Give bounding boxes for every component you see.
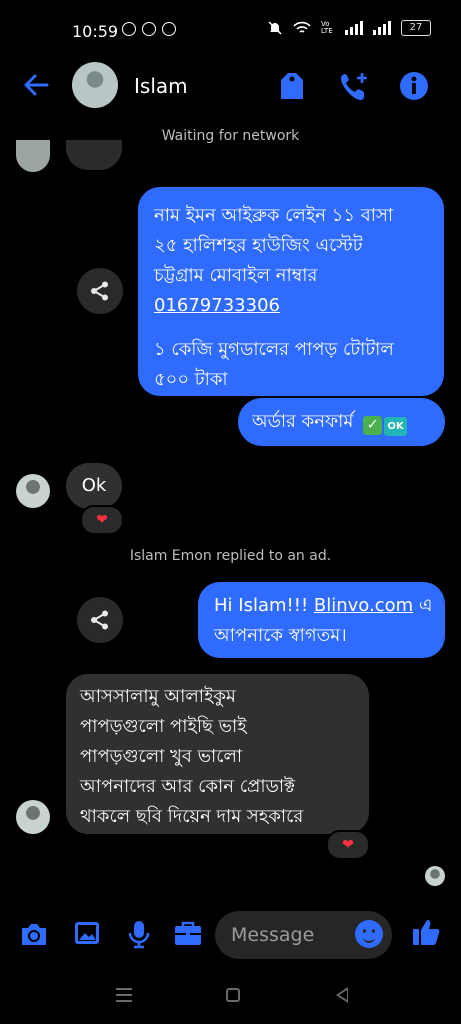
heart-reaction[interactable]: ❤: [80, 505, 124, 535]
gallery-icon: [75, 922, 99, 944]
ok-emoji: OK: [384, 417, 408, 436]
tag-button[interactable]: [278, 70, 310, 102]
contact-avatar-small: [16, 140, 50, 172]
share-button[interactable]: [77, 597, 123, 643]
message-text-line: পাপড়গুলো পাইছি ভাই: [80, 716, 247, 737]
phone-number-link[interactable]: 01679733306: [154, 291, 428, 321]
message-text: Hi Islam!!!: [214, 595, 314, 616]
seen-indicator-avatar: [425, 866, 445, 886]
briefcase-icon: [175, 921, 201, 945]
message-bubble-incoming[interactable]: [66, 140, 122, 170]
thumbs-up-icon: [413, 920, 440, 945]
battery-indicator: 27: [401, 20, 431, 36]
back-button[interactable]: [18, 70, 54, 102]
check-mark-emoji: ✓: [363, 416, 383, 435]
message-text-line: আপনাদের আর কোন প্রোডাক্ট: [80, 776, 295, 797]
message-bubble-outgoing[interactable]: Hi Islam!!! Blinvo.com এ আপনাকে স্বাগতম।: [198, 582, 445, 658]
heart-reaction[interactable]: ❤: [326, 830, 370, 860]
system-back-button[interactable]: [336, 987, 348, 1003]
message-bubble-outgoing[interactable]: অর্ডার কনফার্ম ✓ OK: [238, 398, 445, 446]
message-text: Ok: [81, 475, 107, 496]
messenger-icon: [162, 22, 176, 36]
info-button[interactable]: [398, 70, 430, 102]
system-status-icons: Vo LTE 27: [267, 20, 431, 36]
back-arrow-icon: [24, 74, 49, 96]
camera-icon: [22, 924, 46, 945]
status-time: 10:59: [72, 22, 119, 41]
tag-icon: [281, 73, 303, 99]
website-link[interactable]: Blinvo.com: [314, 595, 413, 616]
heart-icon: ❤: [96, 512, 108, 528]
message-bubble-incoming[interactable]: আসসালামু আলাইকুম পাপড়গুলো পাইছি ভাই পাপ…: [66, 674, 369, 834]
microphone-button[interactable]: [124, 918, 158, 952]
message-text-line: নাম ইমন আইব্রুক লেইন ১১ বাসা: [154, 205, 394, 226]
message-text-line: থাকলে ছবি দিয়েন দাম সহকারে: [80, 806, 304, 827]
share-icon: [91, 281, 108, 301]
chat-header: [0, 60, 461, 116]
signal-icon: [345, 21, 363, 35]
system-message: Islam Emon replied to an ad.: [129, 548, 332, 564]
business-tools-button[interactable]: [172, 918, 206, 952]
heart-icon: ❤: [342, 837, 354, 853]
message-text-line: ১ কেজি মুগডালের পাপড় টোটাল: [154, 339, 394, 360]
recent-apps-button[interactable]: [116, 988, 132, 1002]
camera-button[interactable]: [18, 920, 52, 954]
contact-name[interactable]: Islam: [134, 74, 188, 98]
network-type: Vo LTE: [321, 20, 333, 35]
whatsapp-icon: [122, 22, 136, 36]
whatsapp-business-icon: [142, 22, 156, 36]
contact-avatar-small[interactable]: [16, 800, 50, 834]
signal-icon-2: [373, 21, 391, 35]
wifi-icon: [293, 21, 311, 33]
message-bubble-incoming[interactable]: Ok: [66, 463, 122, 509]
share-icon: [91, 610, 108, 630]
message-bubble-outgoing[interactable]: নাম ইমন আইব্রুক লেইন ১১ বাসা ২৫ হালিশহর …: [138, 187, 444, 396]
contact-avatar-small[interactable]: [16, 474, 50, 508]
like-button[interactable]: [410, 916, 444, 950]
message-text: এ: [413, 595, 433, 616]
gallery-button[interactable]: [72, 918, 106, 952]
info-icon: [400, 72, 428, 100]
mute-icon: [268, 21, 282, 35]
message-text-line: আসসালামু আলাইকুম: [80, 686, 236, 707]
phone-add-icon: [341, 73, 367, 100]
message-text-line: ২৫ হালিশহর হাউজিং এস্টেট: [154, 235, 363, 256]
message-text-line: ৫০০ টাকা: [154, 369, 228, 390]
home-button[interactable]: [226, 988, 240, 1002]
mic-icon: [128, 921, 150, 949]
share-button[interactable]: [77, 268, 123, 314]
message-text-line: আপনাকে স্বাগতম।: [214, 625, 347, 646]
add-call-button[interactable]: [338, 70, 370, 102]
message-text-line: পাপড়গুলো খুব ভালো: [80, 746, 243, 767]
message-text: অর্ডার কনফার্ম: [252, 411, 354, 432]
emoji-icon[interactable]: [355, 920, 383, 948]
notification-icons: [122, 22, 176, 36]
message-text-line: চট্টগ্রাম মোবাইল নাম্বার: [154, 265, 318, 286]
contact-avatar[interactable]: [72, 62, 118, 108]
